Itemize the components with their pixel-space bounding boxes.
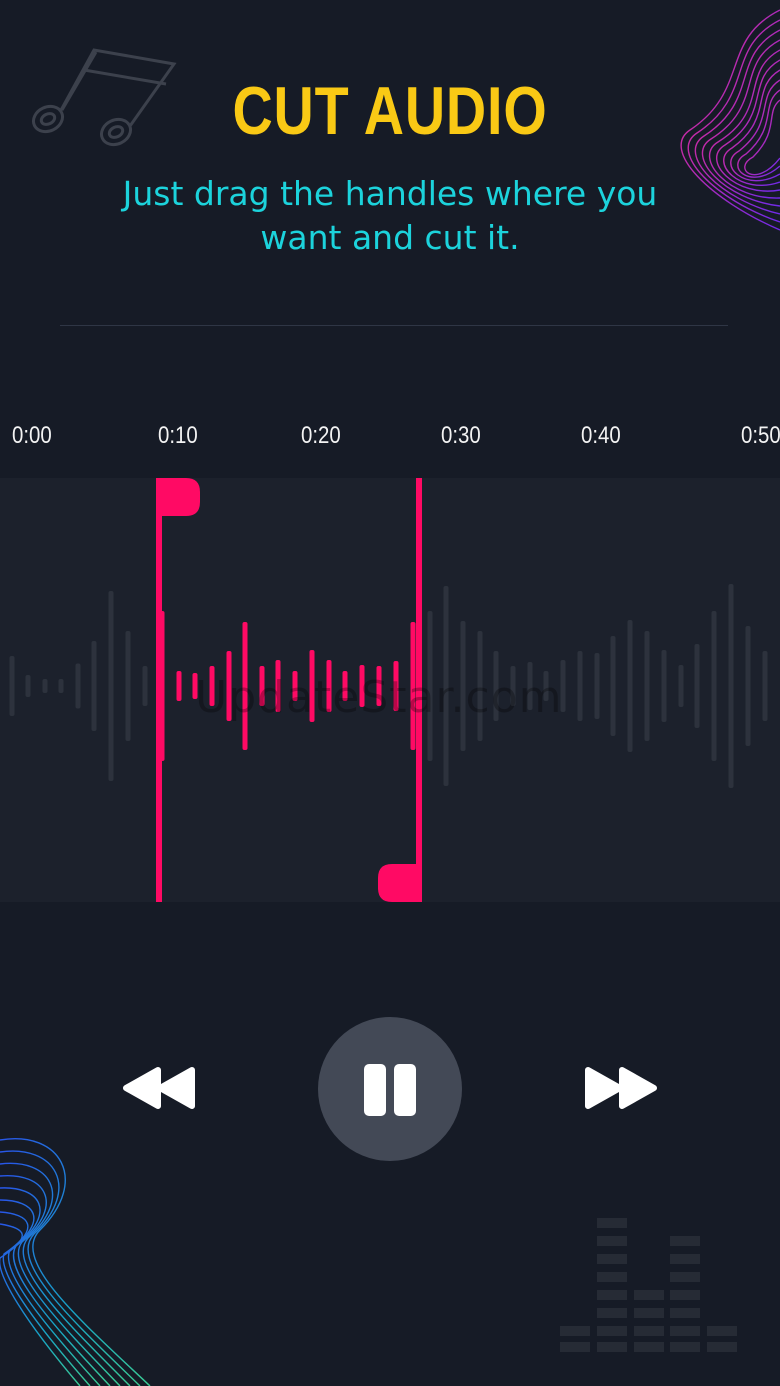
watermark-text: UpdateStar.com bbox=[195, 672, 563, 723]
waveform-bar bbox=[142, 666, 148, 706]
waveform-bar bbox=[91, 641, 97, 731]
waveform-bar bbox=[745, 626, 751, 746]
waveform-bar bbox=[58, 679, 64, 693]
timeline-tick: 0:10 bbox=[158, 422, 198, 449]
divider bbox=[60, 325, 728, 326]
waveform-bar bbox=[728, 584, 734, 788]
waveform-bar bbox=[125, 631, 131, 741]
waveform-bar bbox=[25, 675, 31, 697]
timeline-tick: 0:00 bbox=[12, 422, 52, 449]
pause-button[interactable] bbox=[318, 1017, 462, 1161]
waveform-bar bbox=[711, 611, 717, 761]
waveform-bar bbox=[627, 620, 633, 752]
timeline-tick: 0:20 bbox=[301, 422, 341, 449]
waveform-bar bbox=[610, 636, 616, 736]
decorative-wave-bottom-left bbox=[0, 1138, 151, 1386]
waveform-bar bbox=[694, 644, 700, 728]
waveform-bar bbox=[661, 650, 667, 722]
rewind-icon bbox=[123, 1067, 195, 1109]
page-title: CUT AUDIO bbox=[232, 73, 548, 149]
equalizer-icon bbox=[560, 1218, 737, 1352]
fast-forward-icon bbox=[585, 1067, 657, 1109]
page-subtitle: Just drag the handles where you want and… bbox=[122, 174, 658, 257]
rewind-button[interactable] bbox=[120, 1064, 198, 1112]
waveform-bar bbox=[644, 631, 650, 741]
waveform-bar bbox=[75, 663, 81, 709]
timeline-tick: 0:30 bbox=[441, 422, 481, 449]
waveform-bar bbox=[108, 591, 114, 781]
waveform-bar bbox=[594, 653, 600, 719]
timeline-tick: 0:40 bbox=[581, 422, 621, 449]
waveform-bar bbox=[42, 679, 48, 693]
waveform-bar-selected bbox=[176, 671, 182, 701]
waveform-bar bbox=[577, 651, 583, 721]
waveform-bar bbox=[9, 656, 15, 716]
waveform-bar bbox=[678, 665, 684, 707]
waveform-bar bbox=[762, 651, 768, 721]
timeline-tick: 0:50 bbox=[741, 422, 780, 449]
fast-forward-button[interactable] bbox=[582, 1064, 660, 1112]
